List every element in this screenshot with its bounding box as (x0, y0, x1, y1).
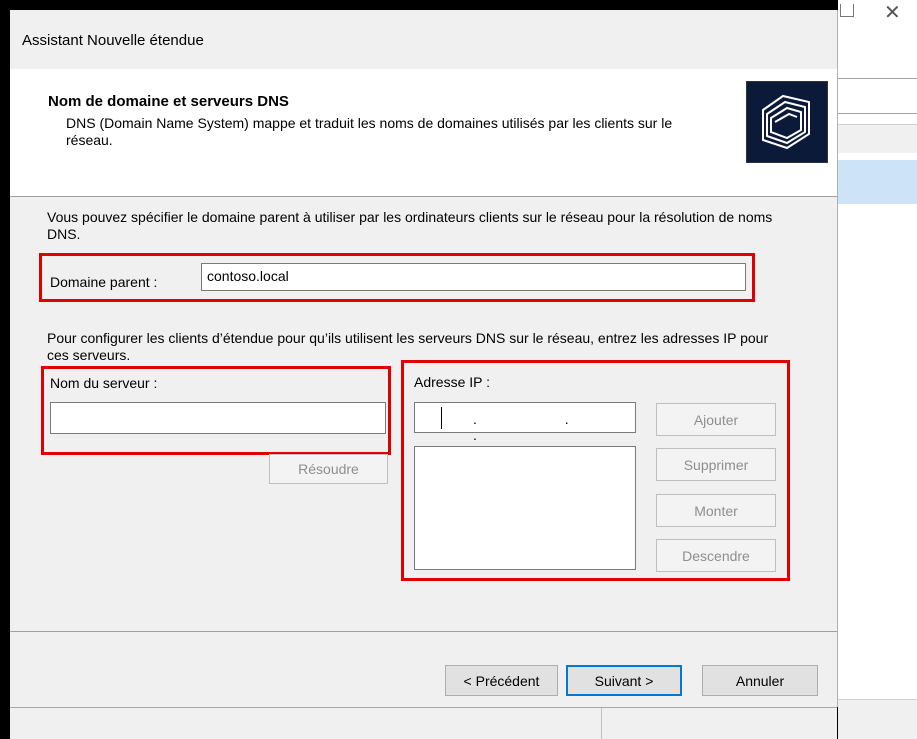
status-bar-separator (601, 708, 602, 739)
ip-address-separators: . . . (473, 411, 611, 443)
move-up-button[interactable]: Monter (656, 494, 776, 527)
add-button[interactable]: Ajouter (656, 403, 776, 436)
dialog-title: Assistant Nouvelle étendue (22, 32, 204, 49)
server-name-input[interactable] (50, 402, 386, 434)
page-description: DNS (Domain Name System) mappe et tradui… (66, 115, 673, 148)
close-icon: ✕ (884, 2, 901, 24)
text-caret (441, 407, 442, 429)
remove-button[interactable]: Supprimer (656, 448, 776, 481)
ip-address-input[interactable]: . . . (414, 402, 636, 443)
ip-address-label: Adresse IP : (414, 374, 491, 390)
maximize-icon (840, 4, 854, 17)
server-name-label: Nom du serveur : (50, 375, 158, 391)
move-down-button[interactable]: Descendre (656, 539, 776, 572)
background-header (838, 124, 917, 153)
cancel-button[interactable]: Annuler (702, 665, 818, 696)
background-status (838, 699, 917, 739)
background-field (838, 78, 917, 114)
wizard-header: Nom de domaine et serveurs DNS DNS (Doma… (10, 69, 837, 197)
background-selected-row (838, 160, 917, 204)
parent-domain-intro: Vous pouvez spécifier le domaine parent … (47, 209, 773, 242)
parent-domain-input[interactable]: contoso.local (201, 263, 746, 291)
parent-domain-label: Domaine parent : (50, 274, 158, 290)
back-button[interactable]: < Précédent (445, 665, 558, 696)
background-window: ✕ (838, 0, 917, 739)
status-bar (10, 707, 837, 739)
next-button[interactable]: Suivant > (566, 665, 682, 696)
folders-icon (746, 81, 828, 163)
ip-address-list[interactable] (414, 446, 636, 570)
footer-divider (10, 631, 837, 632)
new-scope-wizard-dialog: Assistant Nouvelle étendue Nom de domain… (10, 10, 838, 707)
resolve-button[interactable]: Résoudre (269, 454, 388, 484)
dns-servers-intro: Pour configurer les clients d’étendue po… (47, 330, 769, 363)
page-title: Nom de domaine et serveurs DNS (48, 93, 289, 110)
